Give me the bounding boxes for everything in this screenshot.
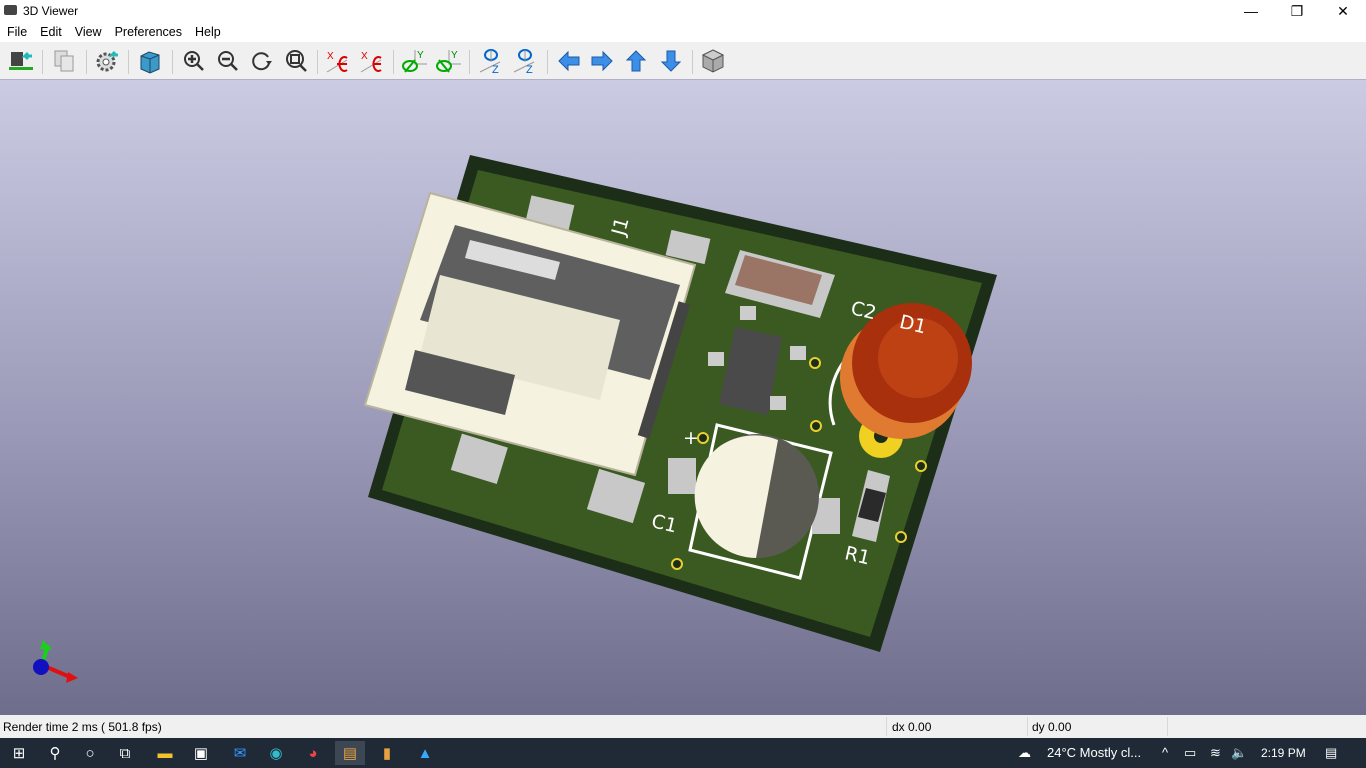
- rotate-z-cw-icon[interactable]: Z: [477, 47, 505, 75]
- axis-gizmo: [33, 640, 78, 683]
- restore-button[interactable]: ❐: [1274, 0, 1320, 22]
- svg-text:X: X: [361, 51, 368, 62]
- battery-icon[interactable]: ▭: [1184, 745, 1196, 761]
- svg-text:X: X: [327, 51, 334, 62]
- edge-icon[interactable]: ◉: [261, 741, 291, 765]
- title-bar: 3D Viewer — ❐ ✕: [0, 0, 1366, 22]
- file-explorer-icon[interactable]: ▬: [150, 741, 180, 765]
- weather-icon[interactable]: ☁: [1018, 745, 1031, 761]
- toolbar: X X Y Y Z Z: [0, 42, 1366, 80]
- rotate-y-ccw-icon[interactable]: Y: [434, 47, 462, 75]
- zoom-in-icon[interactable]: [180, 47, 208, 75]
- clock[interactable]: 2:19 PM: [1261, 746, 1306, 760]
- settings-icon[interactable]: [93, 47, 121, 75]
- svg-text:Y: Y: [451, 50, 458, 61]
- menu-file[interactable]: File: [0, 25, 33, 39]
- svg-text:Z: Z: [526, 64, 533, 74]
- cortana-icon[interactable]: ○: [75, 741, 105, 765]
- 3d-viewport[interactable]: J1 C2 D1 C1 R1 +: [0, 80, 1366, 715]
- ortho-view-icon[interactable]: [699, 47, 727, 75]
- menu-help[interactable]: Help: [188, 25, 227, 39]
- photos-icon[interactable]: ▲: [410, 741, 440, 765]
- notifications-icon[interactable]: ▤: [1325, 745, 1337, 761]
- rotate-x-ccw-icon[interactable]: X: [358, 47, 386, 75]
- rotate-y-cw-icon[interactable]: Y: [400, 47, 428, 75]
- svg-text:Z: Z: [492, 64, 499, 74]
- silk-plus: +: [683, 427, 699, 449]
- kicad-3d-viewer-task[interactable]: ▤: [335, 741, 365, 765]
- wifi-icon[interactable]: ≋: [1210, 745, 1221, 761]
- svg-text:Y: Y: [417, 50, 424, 61]
- redraw-icon[interactable]: [248, 47, 276, 75]
- zoom-out-icon[interactable]: [214, 47, 242, 75]
- app-icon: [4, 5, 17, 15]
- menu-edit[interactable]: Edit: [33, 25, 68, 39]
- menu-bar: File Edit View Preferences Help: [0, 22, 1366, 42]
- render-time-status: Render time 2 ms ( 501.8 fps): [3, 720, 162, 734]
- minimize-button[interactable]: —: [1228, 0, 1274, 22]
- move-up-icon[interactable]: [622, 47, 650, 75]
- taskbar: ⊞ ⚲ ○ ⧉ ▬ ▣ ✉ ◉ ◕ ▤ ▮ ▲ ☁ 24°C Mostly cl…: [0, 738, 1366, 768]
- task-view-icon[interactable]: ⧉: [110, 741, 140, 765]
- show-hidden-icons[interactable]: ^: [1162, 745, 1168, 760]
- mail-icon[interactable]: ✉: [225, 741, 255, 765]
- kicad-app-icon[interactable]: ▮: [372, 741, 402, 765]
- dx-status: dx 0.00: [892, 720, 932, 734]
- move-down-icon[interactable]: [657, 47, 685, 75]
- rotate-x-cw-icon[interactable]: X: [324, 47, 352, 75]
- menu-view[interactable]: View: [68, 25, 108, 39]
- move-left-icon[interactable]: [555, 47, 583, 75]
- search-icon[interactable]: ⚲: [40, 741, 70, 765]
- chrome-icon[interactable]: ◕: [298, 741, 328, 765]
- dy-status: dy 0.00: [1032, 720, 1072, 734]
- windows-start-icon[interactable]: ⊞: [4, 741, 34, 765]
- weather-text[interactable]: 24°C Mostly cl...: [1047, 745, 1141, 760]
- volume-icon[interactable]: 🔈: [1231, 745, 1247, 761]
- reload-board-icon[interactable]: [7, 47, 35, 75]
- zoom-fit-icon[interactable]: [282, 47, 310, 75]
- menu-preferences[interactable]: Preferences: [108, 25, 188, 39]
- rotate-z-ccw-icon[interactable]: Z: [511, 47, 539, 75]
- store-icon[interactable]: ▣: [186, 741, 216, 765]
- pcb-render: J1 C2 D1 C1 R1 +: [33, 155, 997, 683]
- raytracing-cube-icon[interactable]: [136, 47, 164, 75]
- copy-image-icon[interactable]: [50, 47, 78, 75]
- close-button[interactable]: ✕: [1320, 0, 1366, 22]
- status-bar: Render time 2 ms ( 501.8 fps) dx 0.00 dy…: [0, 715, 1366, 738]
- window-title: 3D Viewer: [23, 4, 79, 18]
- move-right-icon[interactable]: [588, 47, 616, 75]
